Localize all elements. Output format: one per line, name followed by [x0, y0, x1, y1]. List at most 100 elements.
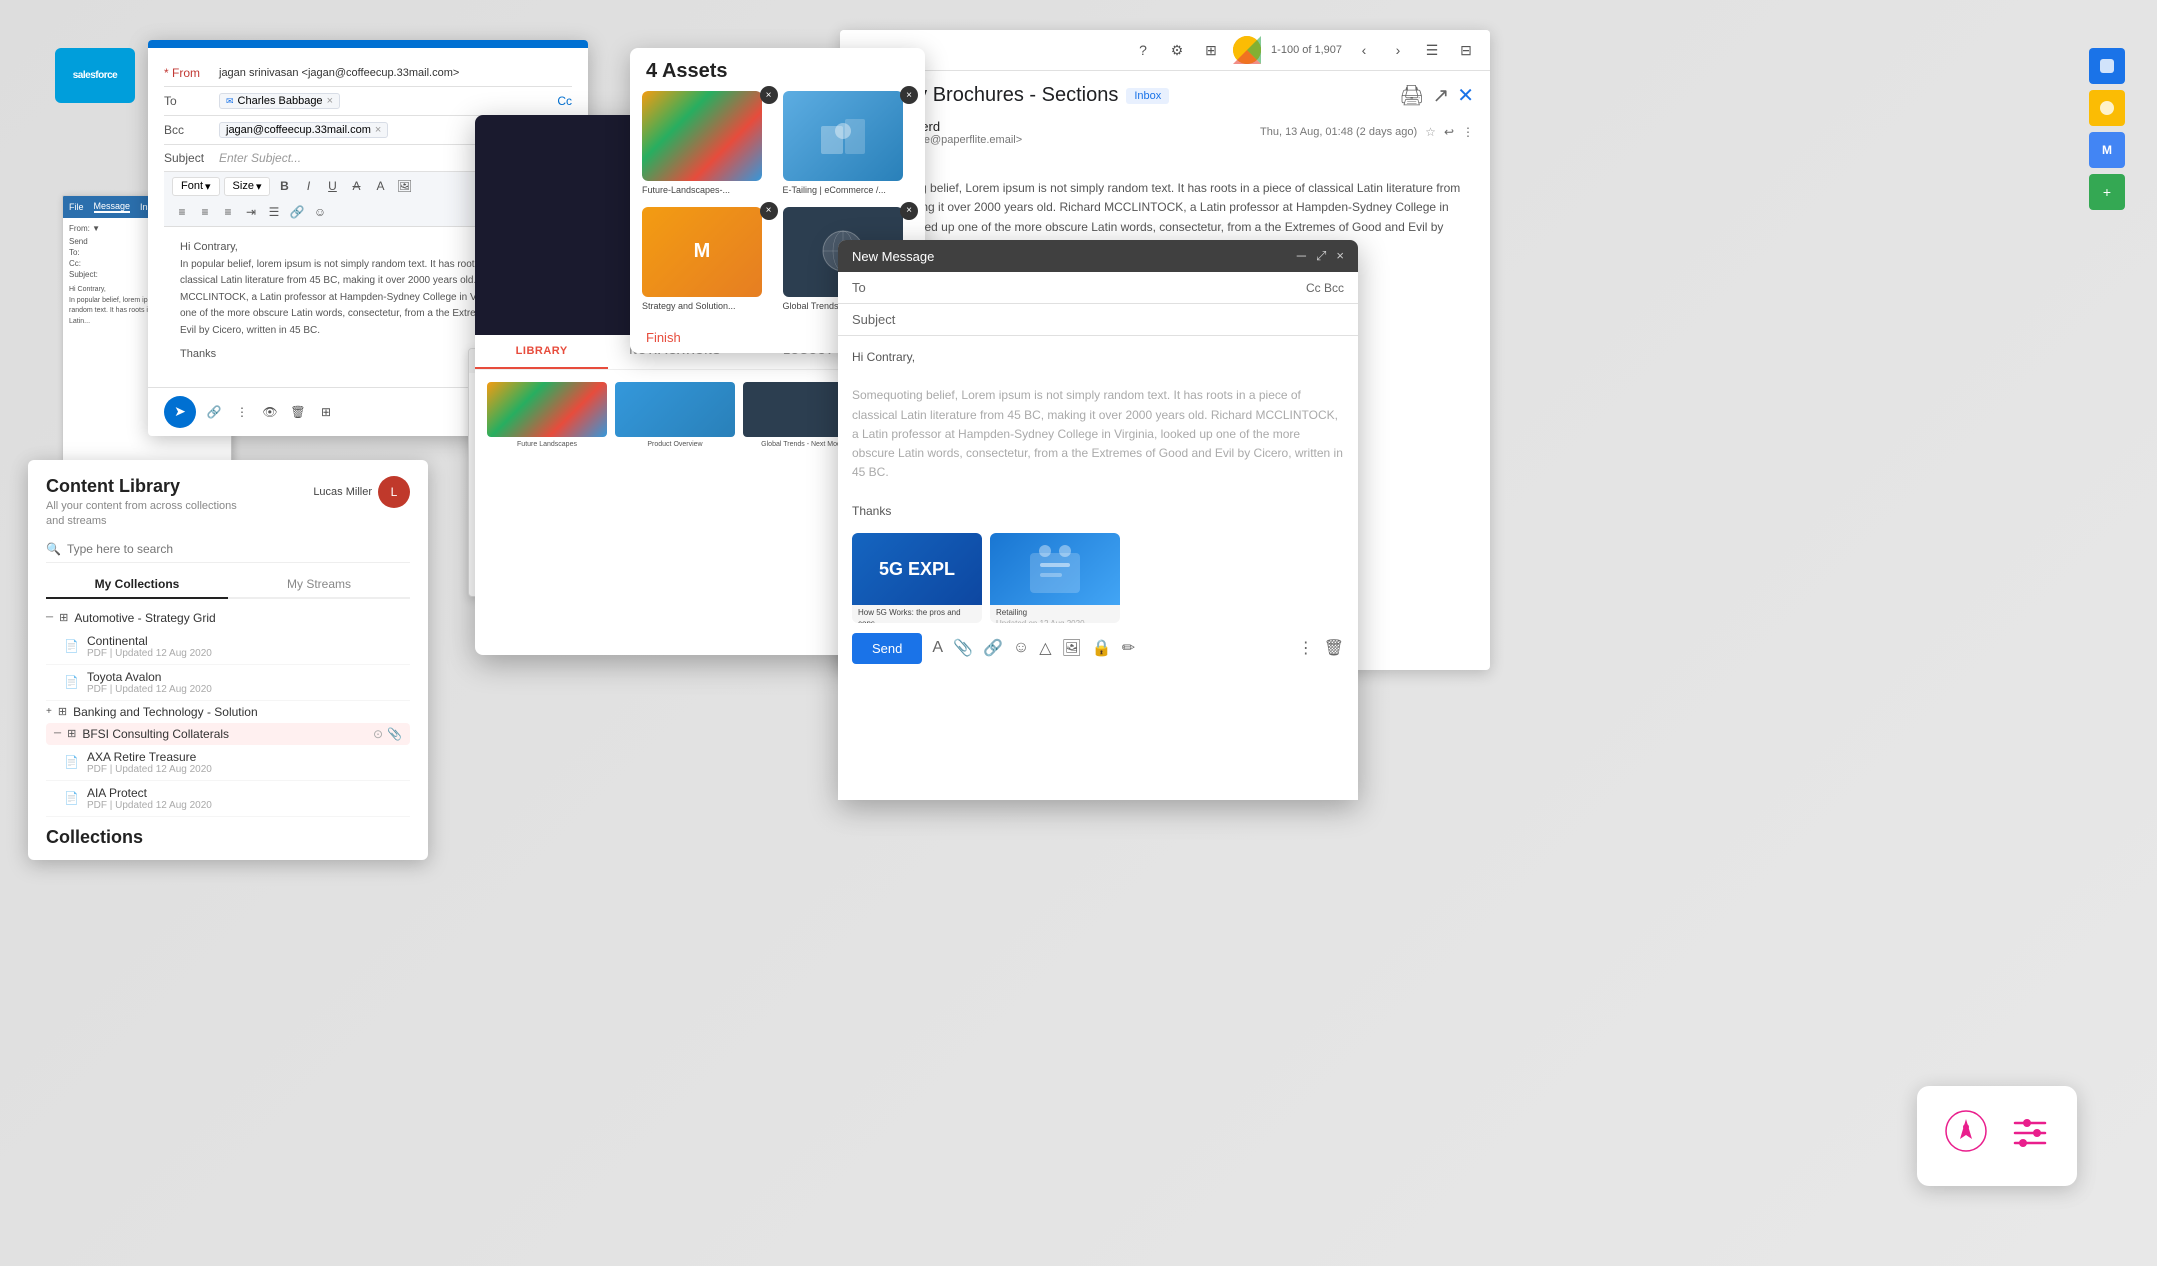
gmail-lock-icon[interactable]: 🔒: [1092, 638, 1112, 658]
outlook-tab-file[interactable]: File: [69, 202, 84, 212]
sf-indent-icon[interactable]: ⇥: [241, 202, 261, 222]
cl-item-info-2: Toyota Avalon PDF | Updated 12 Aug 2020: [87, 670, 212, 695]
cl-attach-icon[interactable]: 📎: [387, 727, 402, 741]
cl-item-icon-4: 📄: [64, 791, 79, 805]
cl-tab-collections[interactable]: My Collections: [46, 571, 228, 599]
sf-subject-input[interactable]: Enter Subject...: [219, 151, 301, 165]
cl-collection-banking[interactable]: + ⊞ Banking and Technology - Solution: [46, 701, 410, 723]
sf-link-icon[interactable]: 🔗: [287, 202, 307, 222]
cl-item-meta-2: PDF | Updated 12 Aug 2020: [87, 684, 212, 695]
gmail-attach-icon[interactable]: 📎: [953, 638, 973, 658]
gmail-help-icon[interactable]: ?: [1131, 38, 1155, 62]
shop-svg: [1020, 533, 1090, 605]
gmail-attachment-5g: 5G EXPL How 5G Works: the pros and cons …: [852, 533, 982, 623]
gmail-sidebar-icon-green[interactable]: +: [2089, 174, 2125, 210]
gmail-link-icon[interactable]: 🔗: [983, 638, 1003, 658]
sf-to-tag-close[interactable]: ×: [327, 95, 333, 107]
sf-underline-icon[interactable]: U: [322, 176, 342, 196]
sf-align-center-icon[interactable]: ≡: [195, 202, 215, 222]
gmail-subject-label: Subject: [852, 312, 897, 327]
gmail-compose-header-icons: ─ ⤢ ×: [1297, 248, 1344, 264]
gmail-att-5g-title: How 5G Works: the pros and cons: [858, 607, 976, 623]
gmail-subject: Industry Brochures - Sections Inbox 🖨 ↗ …: [856, 83, 1474, 108]
sf-strikethrough-icon[interactable]: A: [346, 176, 366, 196]
gmail-user-avatar[interactable]: [1233, 36, 1261, 64]
asset-close-1[interactable]: ×: [760, 86, 778, 104]
gmail-compose-header: New Message ─ ⤢ ×: [838, 240, 1358, 272]
gmail-send-button[interactable]: Send: [852, 633, 922, 664]
sf-image-icon[interactable]: 🖼: [394, 176, 414, 196]
asset-close-2[interactable]: ×: [900, 86, 918, 104]
gmail-more-footer-icon[interactable]: ⋮: [1298, 638, 1314, 658]
cl-collection-name-auto: Automotive - Strategy Grid: [74, 611, 215, 625]
sf-font-btn[interactable]: Font ▾: [172, 177, 220, 196]
sf-more-icon[interactable]: ⋮: [232, 402, 252, 422]
gmail-more-icon[interactable]: ⋮: [1462, 125, 1474, 139]
gmail-sign-icon[interactable]: ✏: [1122, 638, 1135, 658]
collections-label: Collections: [28, 817, 428, 852]
sf-cc-label[interactable]: Cc: [557, 94, 572, 108]
cl-collection-icon-bank: ⊞: [58, 705, 67, 718]
gmail-print-icon[interactable]: 🖨: [1399, 83, 1424, 108]
sf-more2-icon[interactable]: ⊞: [316, 402, 336, 422]
sf-emoji-icon[interactable]: ☺: [310, 202, 330, 222]
sf-to-label: To: [164, 94, 219, 108]
sf-delete-icon[interactable]: 🗑: [288, 402, 308, 422]
gmail-att-shop-title: Retailing: [996, 607, 1114, 618]
sf-size-btn[interactable]: Size ▾: [224, 177, 271, 196]
outlook-tab-message[interactable]: Message: [94, 201, 131, 213]
sf-bold-icon[interactable]: B: [274, 176, 294, 196]
asset-close-4[interactable]: ×: [900, 202, 918, 220]
sf-attach-icon[interactable]: 🔗: [204, 402, 224, 422]
gmail-format-icon[interactable]: A: [932, 639, 943, 657]
gmail-compose-minimize[interactable]: ─: [1297, 248, 1306, 264]
gmail-prev-icon[interactable]: ‹: [1352, 38, 1376, 62]
gmail-view-icon[interactable]: ☰: [1420, 38, 1444, 62]
paperflite-floating-icons: [1917, 1086, 2077, 1186]
sidebar-icon-2-svg: [2098, 99, 2116, 117]
cl-toggle-automotive: ─: [46, 612, 53, 623]
cl-item-meta-3: PDF | Updated 12 Aug 2020: [87, 764, 212, 775]
gmail-apps-icon[interactable]: ⊞: [1199, 38, 1223, 62]
sf-italic-icon[interactable]: I: [298, 176, 318, 196]
sf-color-icon[interactable]: A: [370, 176, 390, 196]
sf-align-left-icon[interactable]: ≡: [172, 202, 192, 222]
sf-align-right-icon[interactable]: ≡: [218, 202, 238, 222]
attach-thumb-1: [487, 382, 607, 437]
cl-share-icon[interactable]: ⊙: [373, 727, 383, 741]
sf-send-button[interactable]: ➤: [164, 396, 196, 428]
finish-button[interactable]: Finish: [646, 330, 681, 345]
cl-collection-automotive[interactable]: ─ ⊞ Automotive - Strategy Grid: [46, 607, 410, 629]
gmail-sidebar-icon-blue[interactable]: [2089, 48, 2125, 84]
gmail-compose-body[interactable]: Hi Contrary, Somequoting belief, Lorem i…: [838, 336, 1358, 533]
cl-collection-bfsi[interactable]: ─ ⊞ BFSI Consulting Collaterals ⊙ 📎: [46, 723, 410, 745]
asset-card-2: × E-Tailing | eCommerce /...: [783, 91, 914, 197]
cl-item-info-1: Continental PDF | Updated 12 Aug 2020: [87, 634, 212, 659]
sf-list-icon[interactable]: ☰: [264, 202, 284, 222]
gmail-delete-icon[interactable]: 🗑: [1324, 638, 1344, 658]
sf-preview-icon[interactable]: 👁: [260, 402, 280, 422]
gmail-cc-bcc[interactable]: Cc Bcc: [1306, 281, 1344, 295]
cl-tab-streams[interactable]: My Streams: [228, 571, 410, 597]
sf-bcc-close[interactable]: ×: [375, 124, 381, 136]
gmail-att-5g-label: 5G EXPL: [879, 560, 955, 578]
gmail-compose-close[interactable]: ×: [1336, 248, 1344, 264]
gmail-compose-maximize[interactable]: ⤢: [1316, 248, 1326, 264]
nav-library[interactable]: LIBRARY: [475, 335, 608, 369]
gmail-open-icon[interactable]: ↗: [1432, 83, 1449, 108]
gmail-emoji-icon[interactable]: ☺: [1013, 639, 1029, 657]
gmail-next-icon[interactable]: ›: [1386, 38, 1410, 62]
gmail-photo-icon[interactable]: 🖼: [1062, 638, 1082, 658]
gmail-sidebar-icon-yellow[interactable]: [2089, 90, 2125, 126]
gmail-settings-icon[interactable]: ⚙: [1165, 38, 1189, 62]
cl-search-input[interactable]: [67, 542, 410, 556]
gmail-reply-icon[interactable]: ↩: [1444, 125, 1454, 139]
asset-close-3[interactable]: ×: [760, 202, 778, 220]
gmail-compose-body-text: Hi Contrary, Somequoting belief, Lorem i…: [852, 348, 1344, 521]
gmail-drive-icon[interactable]: △: [1039, 638, 1051, 658]
gmail-sidebar-icon-meet[interactable]: M: [2089, 132, 2125, 168]
gmail-att-shop-img: [990, 533, 1120, 605]
gmail-star-icon[interactable]: ☆: [1425, 125, 1436, 139]
gmail-filter-icon[interactable]: ⊟: [1454, 38, 1478, 62]
gmail-close-view-icon[interactable]: ✕: [1457, 83, 1474, 108]
